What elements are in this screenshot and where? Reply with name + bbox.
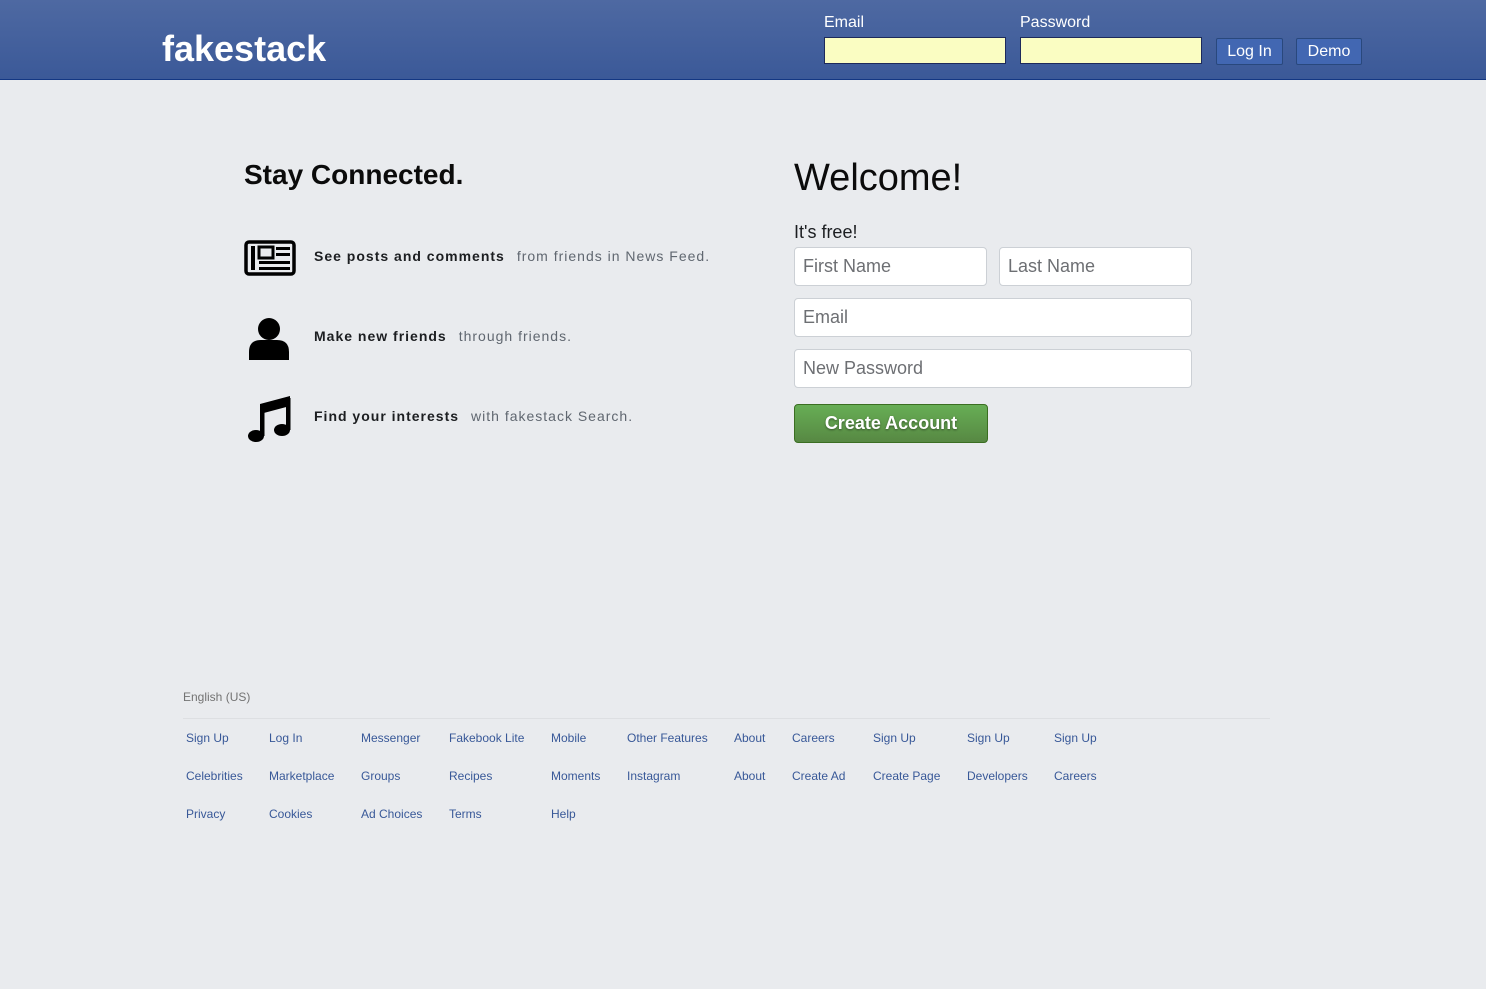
signup-title: Welcome! [794,157,963,199]
footer-link[interactable]: Developers [967,768,1028,784]
footer-link[interactable]: Sign Up [1054,730,1097,746]
feature-description: from friends in News Feed. [516,248,711,264]
footer-link[interactable]: About [734,768,765,784]
user-icon [244,312,296,362]
feature-interests: Find your interests with fakestack Search… [244,392,764,442]
tagline: Stay Connected. [244,159,464,190]
footer-link[interactable]: Sign Up [873,730,916,746]
footer-link[interactable]: About [734,730,765,746]
login-button[interactable]: Log In [1216,38,1283,65]
feature-friends: Make new friends through friends. [244,312,764,362]
login-email-input[interactable] [824,37,1006,64]
footer-link[interactable]: Groups [361,768,400,784]
signup-subtitle: It's free! [794,222,858,242]
first-name-input[interactable] [794,247,987,286]
footer-link[interactable]: Careers [792,730,835,746]
top-bar: fakestack Email Password Log In Demo [0,0,1486,80]
footer-link[interactable]: Create Page [873,768,940,784]
music-note-icon [244,392,296,442]
footer-link[interactable]: Help [551,806,576,822]
feature-title: Make new friends [314,328,447,344]
footer-link[interactable]: Create Ad [792,768,845,784]
signup-email-input[interactable] [794,298,1192,337]
footer-link[interactable]: Cookies [269,806,312,822]
feature-news-feed: See posts and comments from friends in Ne… [244,232,764,282]
footer-link[interactable]: Mobile [551,730,586,746]
footer-link[interactable]: Other Features [627,730,708,746]
login-password-label: Password [1020,14,1091,31]
feature-title: Find your interests [314,408,460,424]
footer-divider [183,718,1270,719]
footer-link[interactable]: Recipes [449,768,492,784]
feature-title: See posts and comments [314,248,505,264]
footer-link[interactable]: Privacy [186,806,225,822]
logo[interactable]: fakestack [162,29,326,69]
create-account-button[interactable]: Create Account [794,404,988,443]
footer-link[interactable]: Fakebook Lite [449,730,524,746]
footer-link[interactable]: Celebrities [186,768,243,784]
footer-link[interactable]: Sign Up [186,730,229,746]
demo-button[interactable]: Demo [1296,38,1362,65]
last-name-input[interactable] [999,247,1192,286]
footer-link[interactable]: Marketplace [269,768,334,784]
feature-description: with fakestack Search. [471,408,634,424]
footer-link[interactable]: Log In [269,730,302,746]
footer-link[interactable]: Terms [449,806,482,822]
newspaper-icon [244,232,296,282]
language-selector[interactable]: English (US) [183,689,250,705]
login-password-input[interactable] [1020,37,1202,64]
feature-description: through friends. [458,328,572,344]
login-email-label: Email [824,14,865,31]
new-password-input[interactable] [794,349,1192,388]
footer-link[interactable]: Messenger [361,730,420,746]
footer-link[interactable]: Ad Choices [361,806,422,822]
footer-link[interactable]: Instagram [627,768,680,784]
footer-link[interactable]: Moments [551,768,600,784]
footer-link[interactable]: Sign Up [967,730,1010,746]
footer-link[interactable]: Careers [1054,768,1097,784]
